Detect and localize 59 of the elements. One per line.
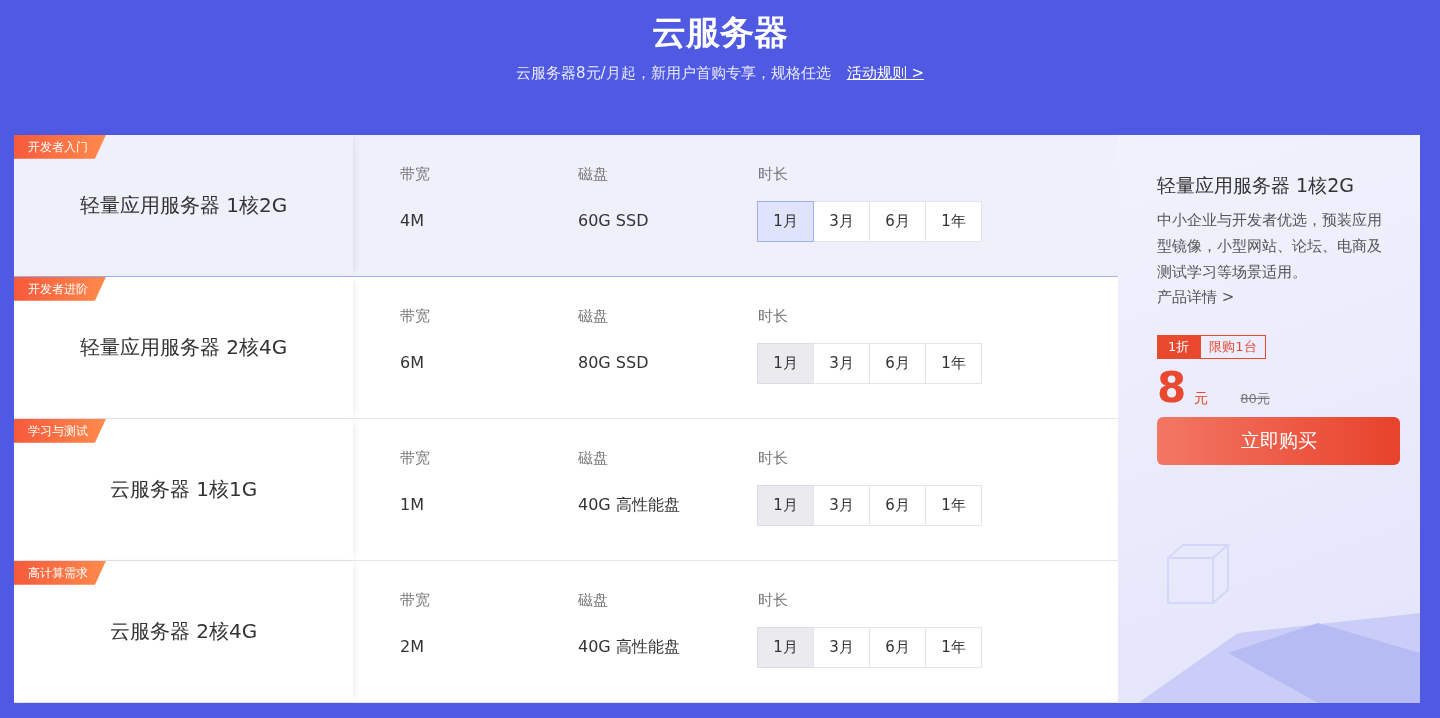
duration-label: 时长: [758, 305, 789, 327]
product-row[interactable]: 高计算需求 云服务器 2核4G 带宽 2M 磁盘 40G 高性能盘 时长 1月 3月 6月 1年: [14, 560, 1118, 703]
duration-option[interactable]: 6月: [869, 343, 926, 385]
product-row[interactable]: 开发者入门 轻量应用服务器 1核2G 带宽 4M 磁盘 60G SSD 时长 1月 3月 6月 1年: [14, 134, 1118, 277]
disk-value: 80G SSD: [578, 352, 650, 375]
duration-label: 时长: [758, 447, 789, 469]
product-name: 轻量应用服务器 2核4G: [79, 334, 288, 362]
original-price: 80元: [1240, 390, 1270, 409]
duration-option[interactable]: 1月: [757, 343, 814, 385]
disk-value: 40G 高性能盘: [578, 636, 681, 659]
duration-option[interactable]: 6月: [869, 627, 926, 669]
bandwidth-value: 2M: [400, 636, 425, 659]
product-name: 轻量应用服务器 1核2G: [79, 192, 288, 220]
duration-option[interactable]: 6月: [869, 485, 926, 527]
duration-option[interactable]: 3月: [813, 485, 870, 527]
limit-badge: 限购1台: [1200, 335, 1266, 359]
duration-option[interactable]: 3月: [813, 201, 870, 243]
duration-option[interactable]: 3月: [813, 343, 870, 385]
bandwidth-value: 1M: [400, 494, 425, 517]
disk-value: 60G SSD: [578, 210, 650, 233]
duration-option[interactable]: 1年: [925, 343, 982, 385]
bandwidth-label: 带宽: [400, 447, 431, 469]
promo-subtitle: 云服务器8元/月起，新用户首购专享，规格任选: [516, 63, 831, 85]
page-title: 云服务器: [651, 11, 789, 54]
duration-label: 时长: [758, 589, 789, 611]
bandwidth-value: 6M: [400, 352, 425, 375]
rules-link[interactable]: 活动规则 >: [846, 62, 924, 85]
detail-title: 轻量应用服务器 1核2G: [1157, 172, 1355, 198]
duration-option[interactable]: 1月: [757, 201, 814, 243]
duration-option[interactable]: 1月: [757, 627, 814, 669]
product-tag: 学习与测试: [14, 418, 106, 443]
product-row[interactable]: 学习与测试 云服务器 1核1G 带宽 1M 磁盘 40G 高性能盘 时长 1月 3月 6月 1年: [14, 418, 1118, 561]
bandwidth-label: 带宽: [400, 589, 431, 611]
disk-value: 40G 高性能盘: [578, 494, 681, 517]
duration-option[interactable]: 1月: [757, 485, 814, 527]
bandwidth-label: 带宽: [400, 305, 431, 327]
duration-option[interactable]: 3月: [813, 627, 870, 669]
bandwidth-label: 带宽: [400, 163, 431, 185]
bandwidth-value: 4M: [400, 210, 425, 233]
product-tag: 高计算需求: [14, 560, 106, 585]
duration-label: 时长: [758, 163, 789, 185]
product-tag: 开发者进阶: [14, 276, 106, 301]
discount-badge: 1折: [1157, 335, 1201, 359]
product-tag: 开发者入门: [14, 134, 106, 159]
duration-option[interactable]: 6月: [869, 201, 926, 243]
price-value: 8: [1157, 366, 1187, 409]
disk-label: 磁盘: [578, 163, 609, 185]
product-name: 云服务器 1核1G: [109, 476, 258, 504]
duration-option[interactable]: 1年: [925, 201, 982, 243]
price-unit: 元: [1194, 388, 1209, 408]
disk-label: 磁盘: [578, 447, 609, 469]
product-row[interactable]: 开发者进阶 轻量应用服务器 2核4G 带宽 6M 磁盘 80G SSD 时长 1月 3月 6月 1年: [14, 276, 1118, 419]
details-link[interactable]: 产品详情 >: [1157, 288, 1235, 307]
disk-label: 磁盘: [578, 589, 609, 611]
duration-option[interactable]: 1年: [925, 627, 982, 669]
detail-description: 中小企业与开发者优选，预装应用型镜像，小型网站、论坛、电商及测试学习等场景适用。: [1157, 210, 1383, 284]
duration-option[interactable]: 1年: [925, 485, 982, 527]
disk-label: 磁盘: [578, 305, 609, 327]
product-name: 云服务器 2核4G: [109, 618, 258, 646]
